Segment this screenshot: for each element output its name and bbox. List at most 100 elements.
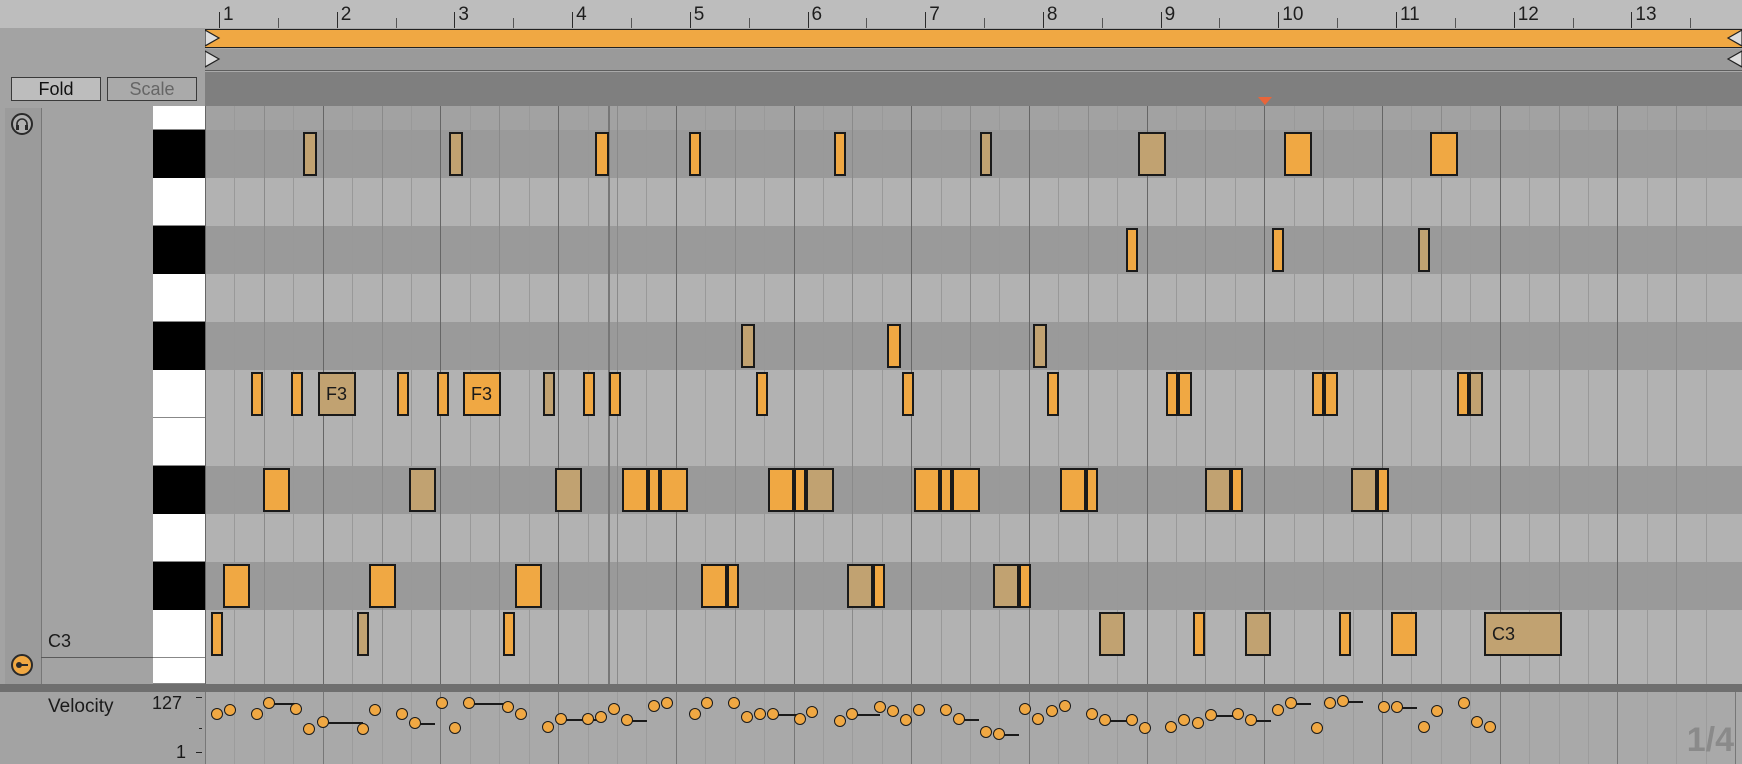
midi-note[interactable] xyxy=(622,468,648,512)
piano-key-white[interactable] xyxy=(153,106,205,130)
velocity-handle[interactable] xyxy=(1245,714,1257,726)
note-row[interactable] xyxy=(205,322,1742,370)
velocity-handle[interactable] xyxy=(648,700,660,712)
midi-note[interactable] xyxy=(1138,132,1166,176)
note-row[interactable] xyxy=(205,130,1742,178)
midi-note[interactable] xyxy=(357,612,369,656)
midi-note[interactable] xyxy=(503,612,515,656)
velocity-handle[interactable] xyxy=(953,713,965,725)
midi-note[interactable] xyxy=(515,564,542,608)
start-end-markers[interactable] xyxy=(205,49,1742,71)
velocity-handle[interactable] xyxy=(1178,714,1190,726)
velocity-handle[interactable] xyxy=(595,711,607,723)
loop-marker-arrows[interactable] xyxy=(205,28,1742,50)
velocity-handle[interactable] xyxy=(980,726,992,738)
velocity-handle[interactable] xyxy=(369,704,381,716)
midi-note[interactable] xyxy=(1245,612,1271,656)
midi-note[interactable] xyxy=(1324,372,1338,416)
midi-note[interactable] xyxy=(689,132,701,176)
velocity-handle[interactable] xyxy=(993,728,1005,740)
midi-note[interactable] xyxy=(1060,468,1086,512)
piano-key-white[interactable] xyxy=(153,418,205,466)
velocity-handle[interactable] xyxy=(1086,708,1098,720)
midi-note[interactable] xyxy=(543,372,555,416)
velocity-handle[interactable] xyxy=(1471,716,1483,728)
midi-note[interactable] xyxy=(595,132,609,176)
loop-brace[interactable] xyxy=(205,29,1742,48)
midi-note[interactable] xyxy=(980,132,992,176)
velocity-handle[interactable] xyxy=(251,708,263,720)
velocity-handle[interactable] xyxy=(1418,721,1430,733)
midi-note[interactable] xyxy=(952,468,980,512)
velocity-handle[interactable] xyxy=(463,697,475,709)
velocity-handle[interactable] xyxy=(1032,713,1044,725)
piano-key-white[interactable] xyxy=(153,178,205,226)
velocity-handle[interactable] xyxy=(1019,703,1031,715)
velocity-handle[interactable] xyxy=(689,708,701,720)
midi-note[interactable] xyxy=(847,564,873,608)
note-row[interactable] xyxy=(205,106,1742,130)
midi-note[interactable]: C3 xyxy=(1484,612,1562,656)
velocity-handle[interactable] xyxy=(701,697,713,709)
midi-note[interactable] xyxy=(303,132,317,176)
piano-key-black[interactable] xyxy=(153,562,205,610)
midi-note[interactable] xyxy=(1272,228,1284,272)
velocity-handle[interactable] xyxy=(834,715,846,727)
velocity-handle[interactable] xyxy=(846,708,858,720)
piano-key-black[interactable] xyxy=(153,466,205,514)
midi-note[interactable] xyxy=(1430,132,1458,176)
velocity-handle[interactable] xyxy=(887,705,899,717)
midi-note[interactable] xyxy=(251,372,263,416)
piano-key-white[interactable] xyxy=(153,274,205,322)
velocity-handle[interactable] xyxy=(515,708,527,720)
velocity-handle[interactable] xyxy=(1311,722,1323,734)
note-row[interactable] xyxy=(205,178,1742,226)
velocity-handle[interactable] xyxy=(449,722,461,734)
note-row[interactable] xyxy=(205,370,1742,418)
midi-note[interactable] xyxy=(914,468,940,512)
midi-note[interactable] xyxy=(1205,468,1231,512)
velocity-handle[interactable] xyxy=(1337,695,1349,707)
velocity-handle[interactable] xyxy=(900,714,912,726)
midi-note[interactable] xyxy=(1418,228,1430,272)
midi-note[interactable] xyxy=(1312,372,1324,416)
midi-note[interactable] xyxy=(223,564,250,608)
fold-toggle-icon[interactable] xyxy=(11,654,33,676)
velocity-handle[interactable] xyxy=(794,713,806,725)
midi-note[interactable]: F3 xyxy=(318,372,356,416)
midi-note[interactable] xyxy=(887,324,901,368)
midi-note[interactable] xyxy=(1391,612,1417,656)
velocity-lane[interactable] xyxy=(205,692,1742,764)
velocity-handle[interactable] xyxy=(396,708,408,720)
velocity-handle[interactable] xyxy=(913,704,925,716)
midi-note[interactable] xyxy=(1019,564,1031,608)
velocity-handle[interactable] xyxy=(263,697,275,709)
velocity-handle[interactable] xyxy=(1165,721,1177,733)
midi-note[interactable] xyxy=(1099,612,1125,656)
midi-note[interactable] xyxy=(1047,372,1059,416)
midi-note[interactable] xyxy=(409,468,436,512)
note-row[interactable] xyxy=(205,418,1742,466)
piano-key-black[interactable] xyxy=(153,226,205,274)
midi-note[interactable] xyxy=(369,564,396,608)
midi-note[interactable] xyxy=(397,372,409,416)
velocity-handle[interactable] xyxy=(940,704,952,716)
velocity-handle[interactable] xyxy=(211,708,223,720)
midi-note[interactable] xyxy=(741,324,755,368)
midi-note[interactable] xyxy=(291,372,303,416)
scale-button[interactable]: Scale xyxy=(107,77,197,101)
velocity-handle[interactable] xyxy=(1192,717,1204,729)
velocity-handle[interactable] xyxy=(1139,722,1151,734)
velocity-handle[interactable] xyxy=(1431,705,1443,717)
velocity-handle[interactable] xyxy=(767,708,779,720)
velocity-handle[interactable] xyxy=(1232,708,1244,720)
note-row[interactable] xyxy=(205,658,1742,684)
velocity-handle[interactable] xyxy=(754,708,766,720)
piano-key-white[interactable] xyxy=(153,514,205,562)
lane-divider[interactable] xyxy=(0,684,1742,692)
midi-note[interactable] xyxy=(1086,468,1098,512)
midi-note[interactable] xyxy=(902,372,914,416)
midi-note[interactable] xyxy=(1377,468,1389,512)
fold-button[interactable]: Fold xyxy=(11,77,101,101)
velocity-handle[interactable] xyxy=(303,723,315,735)
